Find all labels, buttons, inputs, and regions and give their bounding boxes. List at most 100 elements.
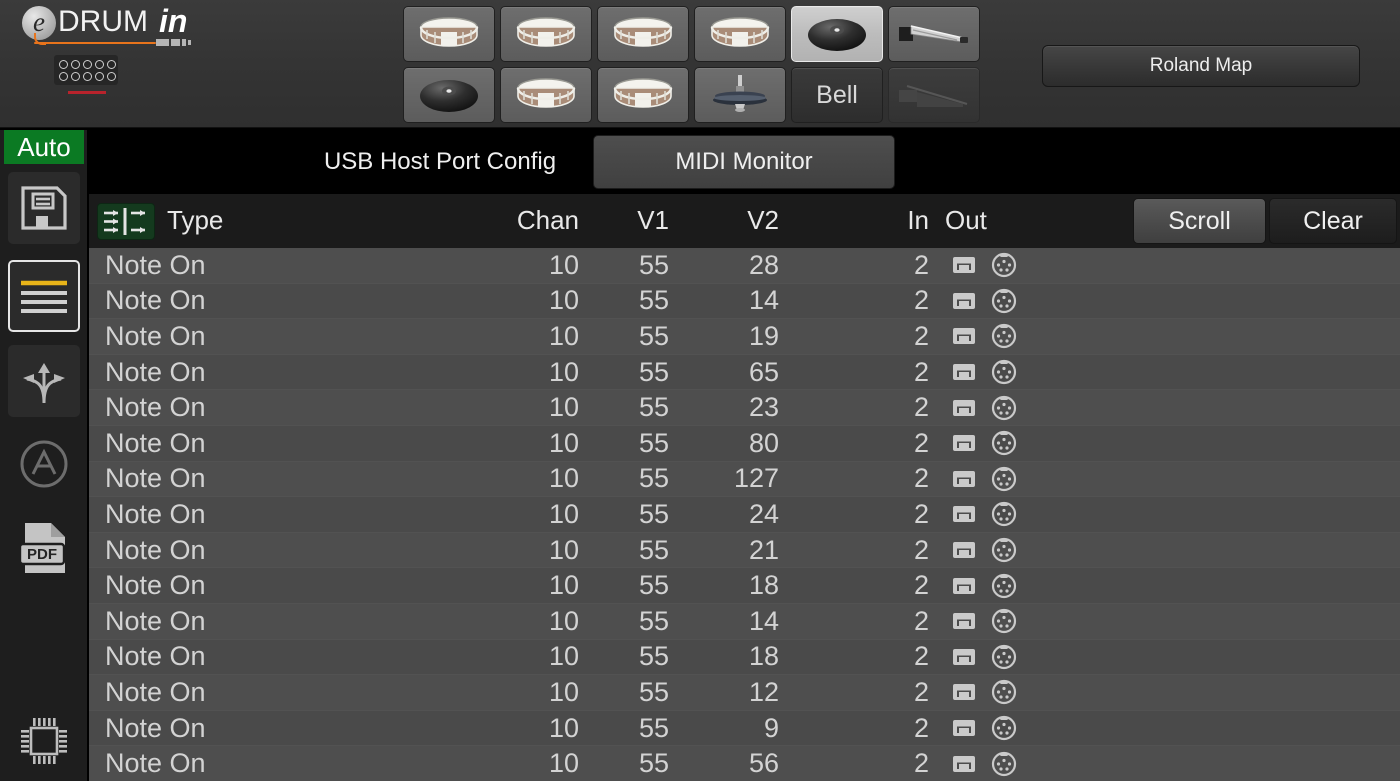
cell-type: Note On [105,463,206,494]
tab-midi-monitor[interactable]: MIDI Monitor [593,135,895,189]
midi-din-icon [991,288,1017,313]
midi-monitor-table-body[interactable]: Note On 10 55 28 2 Note On 10 55 14 2 Note On 10 5… [89,248,1400,781]
roland-map-button[interactable]: Roland Map [1042,45,1360,87]
midi-din-icon [991,324,1017,349]
pad-8[interactable] [500,67,592,123]
pdf-file-icon: PDF [19,520,69,576]
cell-out [951,679,1071,705]
table-row[interactable]: Note On 10 55 21 2 [89,532,1400,569]
pad-6[interactable] [888,6,980,62]
pad-selector-grid: Bell [403,6,980,128]
pad-12[interactable] [888,67,980,123]
table-row[interactable]: Note On 10 55 28 2 [89,248,1400,284]
chip-icon [18,715,70,767]
column-header-in[interactable]: In [819,205,929,236]
cell-v1: 55 [638,320,669,351]
pad-7[interactable] [403,67,495,123]
cell-out [951,537,1071,563]
usb-port-icon [953,542,975,559]
cell-v1: 55 [638,498,669,529]
cell-out [951,323,1071,349]
table-row[interactable]: Note On 10 55 9 2 [89,710,1400,747]
cell-v2: 19 [748,320,779,351]
pad-5[interactable] [791,6,883,62]
table-row[interactable]: Note On 10 55 65 2 [89,354,1400,391]
cell-v1: 55 [638,249,669,280]
cell-type: Note On [105,498,206,529]
table-row[interactable]: Note On 10 55 14 2 [89,603,1400,640]
cell-in: 2 [913,356,929,387]
pad-4[interactable] [694,6,786,62]
cell-v1: 55 [638,570,669,601]
cell-v1: 55 [638,285,669,316]
cell-v2: 127 [733,463,779,494]
edrumin-logo: e DRUM in [14,2,204,46]
pad-3[interactable] [597,6,689,62]
scroll-button[interactable]: Scroll [1133,198,1266,244]
column-header-v1[interactable]: V1 [581,205,669,236]
cell-in: 2 [913,712,929,743]
main-content: USB Host Port Config MIDI Monitor Type C… [89,130,1400,781]
cell-v1: 55 [638,392,669,423]
midi-filter-icon[interactable] [97,203,155,240]
table-row[interactable]: Note On 10 55 19 2 [89,319,1400,355]
usb-port-icon [953,257,975,274]
table-row[interactable]: Note On 10 55 18 2 [89,639,1400,676]
midi-din-icon [991,359,1017,385]
midi-din-icon [991,431,1017,456]
table-row[interactable]: Note On 10 55 18 2 [89,568,1400,604]
cell-chan: 10 [548,748,579,779]
midi-din-icon [991,715,1017,741]
cell-v2: 28 [748,249,779,280]
snare-drum-icon [516,17,576,47]
table-row[interactable]: Note On 10 55 127 2 [89,461,1400,498]
clear-button[interactable]: Clear [1269,198,1397,244]
column-header-v2[interactable]: V2 [671,205,779,236]
column-header-type[interactable]: Type [167,205,223,236]
cell-chan: 10 [548,463,579,494]
pad-9[interactable] [597,67,689,123]
cell-chan: 10 [548,285,579,316]
sidebar-item-list[interactable] [8,260,80,332]
table-row[interactable]: Note On 10 55 24 2 [89,497,1400,533]
top-toolbar: e DRUM in Bell Roland Map [0,0,1400,128]
pad-2[interactable] [500,6,592,62]
usb-port-icon [953,328,975,345]
sidebar-item-about[interactable] [8,428,80,500]
cell-out [951,430,1071,456]
device-status-underline [68,91,106,94]
usb-port-icon [953,720,975,737]
cell-chan: 10 [548,570,579,601]
snare-drum-icon [419,17,479,47]
sidebar-item-save[interactable] [8,172,80,244]
table-row[interactable]: Note On 10 55 14 2 [89,283,1400,320]
cell-in: 2 [913,748,929,779]
table-row[interactable]: Note On 10 55 80 2 [89,425,1400,462]
cell-out [951,501,1071,527]
sidebar-item-pdf[interactable]: PDF [8,512,80,584]
sidebar-item-firmware[interactable] [8,705,80,777]
sidebar-item-routing[interactable] [8,345,80,417]
snare-drum-icon [710,17,770,47]
pad-10[interactable] [694,67,786,123]
cell-type: Note On [105,605,206,636]
tab-usb-host-port-config[interactable]: USB Host Port Config [289,135,591,189]
table-row[interactable]: Note On 10 55 12 2 [89,675,1400,711]
column-header-chan[interactable]: Chan [481,205,579,236]
column-header-out[interactable]: Out [945,205,987,236]
cell-type: Note On [105,392,206,423]
pad-11-bell[interactable]: Bell [791,67,883,123]
cell-v1: 55 [638,356,669,387]
cell-in: 2 [913,285,929,316]
cell-chan: 10 [548,498,579,529]
jack-hole [59,60,68,69]
auto-badge[interactable]: Auto [4,130,84,164]
pad-1[interactable] [403,6,495,62]
table-row[interactable]: Note On 10 55 56 2 [89,746,1400,781]
jack-hole [95,72,104,81]
snare-drum-icon [613,78,673,108]
cell-out [951,573,1071,599]
cell-in: 2 [913,676,929,707]
usb-port-icon [953,684,975,701]
table-row[interactable]: Note On 10 55 23 2 [89,390,1400,426]
